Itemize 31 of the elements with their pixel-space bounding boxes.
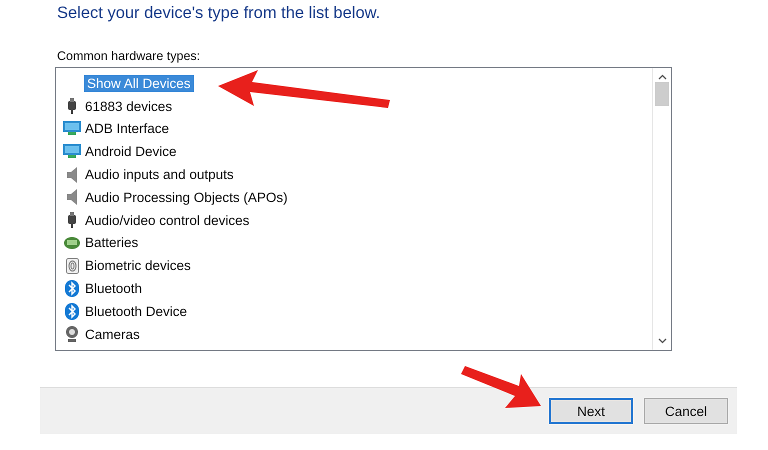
speaker-icon bbox=[66, 189, 78, 206]
list-item[interactable]: Biometric devices bbox=[82, 257, 194, 274]
list-item[interactable]: Bluetooth bbox=[82, 280, 146, 298]
list-item[interactable]: Batteries bbox=[82, 234, 142, 252]
list-item[interactable]: Android Device bbox=[82, 143, 180, 160]
list-item[interactable]: Bluetooth Device bbox=[82, 302, 190, 320]
scroll-up-icon[interactable] bbox=[658, 74, 666, 80]
scroll-down-icon[interactable] bbox=[658, 338, 666, 344]
list-item[interactable]: Cameras bbox=[82, 326, 143, 343]
list-label: Common hardware types: bbox=[57, 49, 202, 63]
list-item[interactable]: Audio Processing Objects (APOs) bbox=[82, 188, 291, 206]
list-item[interactable]: 61883 devices bbox=[82, 98, 176, 115]
list-item[interactable]: ADB Interface bbox=[82, 120, 172, 138]
list-item[interactable]: Audio/video control devices bbox=[82, 212, 252, 229]
scroll-thumb[interactable] bbox=[655, 82, 669, 106]
bluetooth-icon bbox=[65, 280, 79, 298]
next-button[interactable]: Next bbox=[549, 398, 633, 424]
monitor-icon bbox=[63, 144, 81, 160]
plug-icon bbox=[67, 98, 77, 114]
speaker-icon bbox=[66, 166, 78, 183]
cancel-button[interactable]: Cancel bbox=[644, 398, 728, 424]
scrollbar[interactable] bbox=[652, 68, 671, 350]
plug-icon bbox=[67, 212, 77, 228]
page-heading: Select your device's type from the list below. bbox=[57, 4, 382, 24]
webcam-icon bbox=[65, 326, 79, 343]
fingerprint-icon bbox=[66, 258, 78, 274]
battery-icon bbox=[63, 234, 81, 251]
bluetooth-icon bbox=[65, 302, 79, 320]
monitor-icon bbox=[63, 121, 81, 136]
list-item[interactable]: Audio inputs and outputs bbox=[82, 166, 237, 184]
list-item[interactable]: Show All Devices bbox=[84, 74, 194, 92]
